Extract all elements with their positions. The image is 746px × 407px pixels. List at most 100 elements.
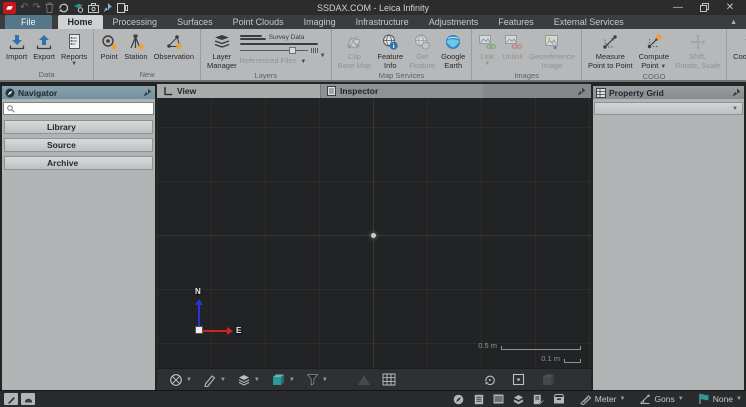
tab-inspector[interactable]: Inspector — [320, 84, 483, 98]
pin-panel-icon[interactable] — [732, 88, 741, 97]
unlink-icon — [504, 32, 522, 52]
grid-toggle-button[interactable] — [382, 373, 396, 386]
cube-view-button[interactable] — [541, 373, 555, 386]
clip-base-map-button[interactable]: Clip Base Map — [335, 31, 375, 71]
view-3d-button[interactable]: ▼ — [271, 373, 295, 387]
tab-adjustments[interactable]: Adjustments — [419, 15, 489, 29]
navigator-section-source[interactable]: Source — [4, 138, 153, 152]
list-toggle-icon[interactable] — [492, 393, 506, 406]
tab-home[interactable]: Home — [58, 15, 103, 29]
delete-icon[interactable] — [45, 1, 54, 14]
pin-icon[interactable] — [103, 1, 113, 14]
search-input[interactable] — [18, 104, 150, 113]
statusbar: Meter ▼ Gons ▼ None ▼ — [0, 390, 746, 407]
minimize-button[interactable]: — — [670, 1, 686, 14]
inspector-toggle-icon[interactable] — [472, 393, 486, 406]
import-button[interactable]: Import — [3, 31, 30, 62]
hand-tool-icon[interactable] — [21, 393, 35, 405]
camera-icon[interactable] — [88, 1, 99, 14]
tab-external-services[interactable]: External Services — [544, 15, 634, 29]
length-unit-control[interactable]: Meter ▼ — [580, 394, 626, 405]
tab-infrastructure[interactable]: Infrastructure — [346, 15, 419, 29]
layers-preview[interactable]: Survey Data Referenced Files ▼ — [240, 31, 318, 65]
pin-panel-icon[interactable] — [577, 84, 591, 98]
close-button[interactable]: ✕ — [722, 1, 738, 14]
view-settings-button[interactable]: ▼ — [169, 373, 192, 387]
navigator-header: Navigator — [2, 86, 155, 99]
coordinate-system-control[interactable]: None ▼ — [698, 393, 742, 405]
axis-indicator: N E — [195, 282, 259, 334]
measure-point-to-point-button[interactable]: Measure Point to Point — [585, 31, 636, 71]
archive-toggle-icon[interactable] — [552, 393, 566, 406]
map-canvas[interactable]: N E 0.5 m 0.1 m — [157, 98, 591, 368]
navigator-toggle-icon[interactable] — [452, 393, 466, 406]
tab-file[interactable]: File — [5, 15, 52, 29]
new-point-button[interactable]: Point — [97, 31, 121, 62]
tab-point-clouds[interactable]: Point Clouds — [223, 15, 294, 29]
view-axes-icon — [163, 86, 173, 96]
layers-toggle-icon[interactable] — [512, 393, 526, 406]
shift-rotate-scale-button[interactable]: Shift, Rotate, Scale — [672, 31, 723, 71]
capture-icon[interactable] — [73, 1, 84, 14]
zoom-fit-button[interactable] — [512, 373, 525, 386]
navigator-section-library[interactable]: Library — [4, 120, 153, 134]
filter-button[interactable]: ▼ — [306, 373, 328, 386]
redo-icon[interactable]: ↷ — [32, 1, 40, 14]
coordinates-button[interactable]: Coordinates ▼ — [730, 31, 746, 68]
collapse-ribbon-icon[interactable]: ▲ — [730, 15, 746, 29]
google-earth-button[interactable]: Google Earth — [438, 31, 468, 71]
tab-processing[interactable]: Processing — [103, 15, 168, 29]
view-area: View Inspector N E — [157, 84, 591, 390]
scale-primary-bar — [501, 346, 581, 350]
tab-features[interactable]: Features — [488, 15, 544, 29]
svg-text:i: i — [393, 43, 395, 50]
navigator-section-archive[interactable]: Archive — [4, 156, 153, 170]
unlink-image-button[interactable]: Unlink — [499, 31, 526, 62]
reports-icon — [66, 32, 82, 52]
coordinate-system-value: None — [713, 394, 733, 404]
tab-view[interactable]: View — [157, 84, 320, 98]
navigator-panel: Navigator Library Source Archive — [0, 84, 156, 390]
reset-rotation-button[interactable] — [483, 373, 496, 386]
group-label-layers: Layers — [201, 71, 331, 80]
surface-button[interactable] — [357, 374, 371, 386]
link-image-button[interactable]: Link ▼ — [475, 31, 499, 68]
view-toolbar: ▼ ▼ ▼ ▼ ▼ — [157, 368, 591, 390]
export-button[interactable]: Export — [30, 31, 58, 62]
layers-dropdown-icon[interactable]: ▼ — [318, 53, 328, 59]
angle-unit-control[interactable]: Gons ▼ — [639, 394, 683, 405]
axis-north-label: N — [195, 287, 201, 296]
tab-surfaces[interactable]: Surfaces — [167, 15, 223, 29]
origin-point — [371, 233, 376, 238]
restore-button[interactable] — [696, 1, 712, 14]
georeference-image-button[interactable]: Georeference Image — [526, 31, 578, 71]
undo-icon[interactable]: ↶ — [20, 1, 28, 14]
sync-icon[interactable] — [58, 1, 69, 14]
main-area: Navigator Library Source Archive — [0, 84, 746, 390]
layout-icon[interactable] — [117, 1, 128, 14]
report-toggle-icon[interactable] — [532, 393, 546, 406]
tab-imaging[interactable]: Imaging — [294, 15, 346, 29]
group-label-cogo: COGO — [582, 72, 726, 81]
feature-info-button[interactable]: i Feature Info — [374, 31, 406, 71]
app-logo-icon[interactable]: ▰ — [3, 2, 16, 14]
select-tool-button[interactable]: ▼ — [203, 373, 226, 387]
layer-transparency-slider[interactable] — [240, 47, 318, 54]
chevron-down-icon: ▼ — [322, 377, 328, 383]
new-station-button[interactable]: Station — [121, 31, 150, 62]
layers-view-button[interactable]: ▼ — [237, 373, 260, 386]
new-observation-button[interactable]: Observation — [151, 31, 197, 62]
slider-handle[interactable] — [289, 47, 296, 54]
layer-manager-button[interactable]: Layer Manager — [204, 31, 240, 71]
get-feature-button[interactable]: Get Feature — [406, 31, 438, 71]
view-tab-bar: View Inspector — [157, 84, 591, 98]
referenced-files-button[interactable]: Referenced Files ▼ — [240, 56, 318, 65]
compute-point-button[interactable]: Compute Point▼ — [636, 31, 672, 72]
pin-panel-icon[interactable] — [143, 88, 152, 97]
ribbon: Import Export Reports ▼ Data — [0, 29, 746, 82]
pen-tool-icon[interactable] — [4, 393, 18, 405]
property-grid-header: Property Grid — [593, 86, 744, 99]
property-object-selector[interactable]: ▼ — [594, 102, 743, 115]
navigator-search[interactable] — [3, 102, 154, 115]
reports-button[interactable]: Reports ▼ — [58, 31, 90, 68]
